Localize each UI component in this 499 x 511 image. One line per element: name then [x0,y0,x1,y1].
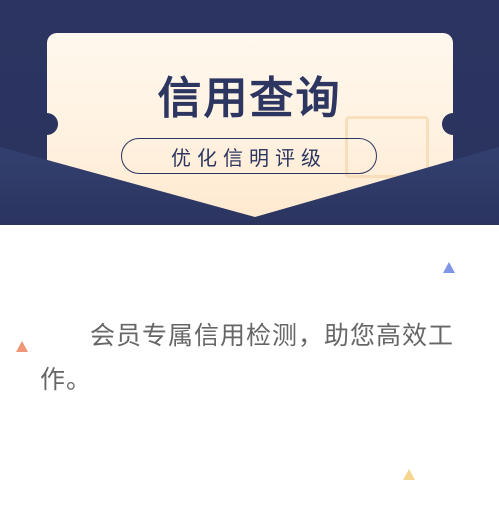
page-title: 信用查询 [157,73,342,124]
triangle-decor-icon [443,262,455,273]
header-banner: 信用查询 优化信明评级 [0,0,499,225]
triangle-decor-icon [16,341,28,352]
triangle-decor-icon [403,469,415,480]
subtitle-badge: 优化信明评级 [121,138,377,174]
feature-description: 会员专属信用检测，助您高效工作。 [40,321,455,394]
